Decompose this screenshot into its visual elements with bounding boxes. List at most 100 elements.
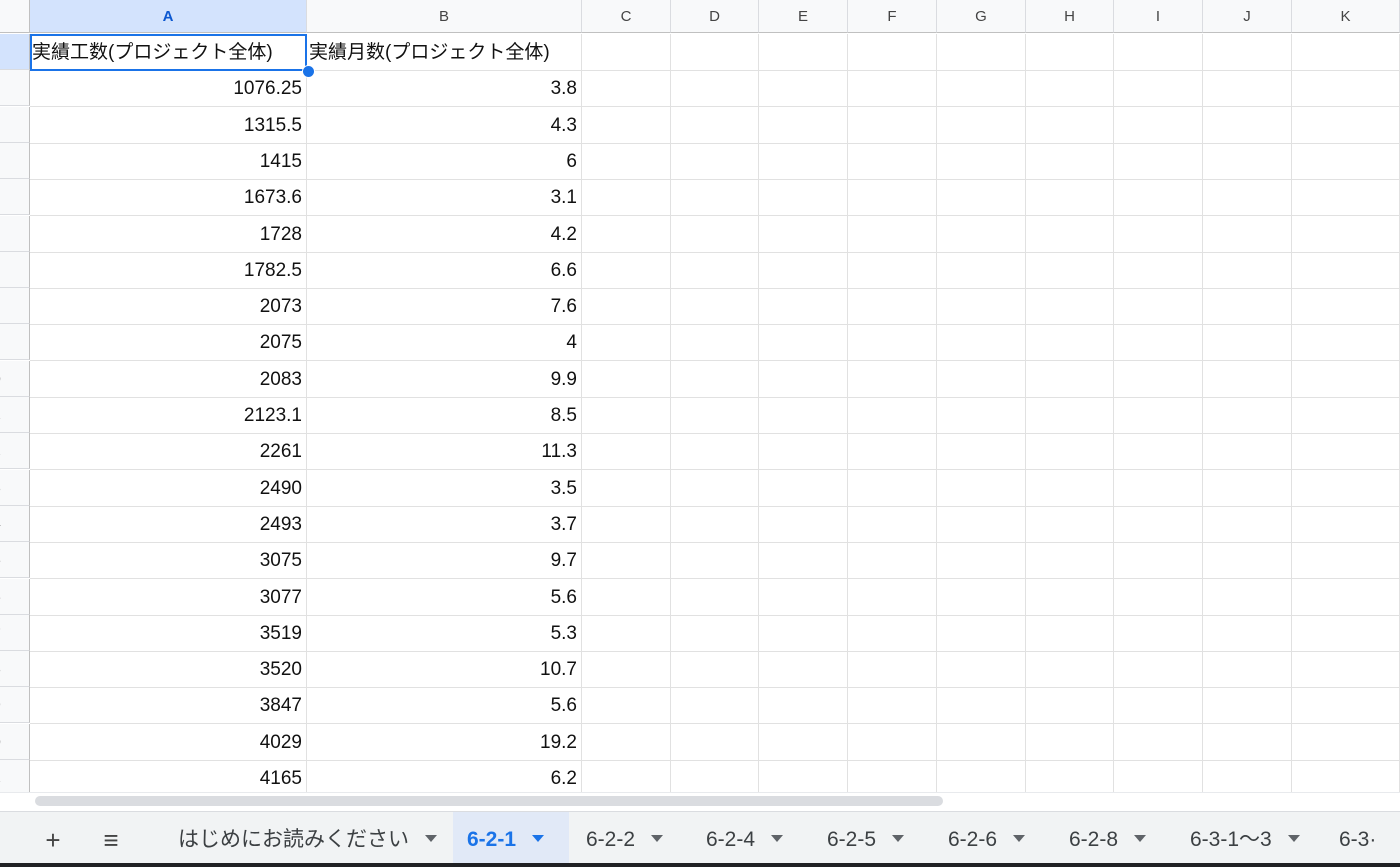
empty-cell[interactable] [671,433,759,471]
row-header[interactable]: 1 [0,760,30,792]
empty-cell[interactable] [1114,505,1203,543]
empty-cell[interactable] [937,505,1026,543]
empty-cell[interactable] [759,106,848,144]
column-header-i[interactable]: I [1114,0,1203,33]
empty-cell[interactable] [671,687,759,725]
empty-cell[interactable] [1203,179,1292,217]
empty-cell[interactable] [937,70,1026,108]
empty-cell[interactable] [582,760,671,792]
empty-cell[interactable] [848,324,937,362]
empty-cell[interactable] [671,288,759,326]
empty-cell[interactable] [1203,651,1292,689]
empty-cell[interactable] [582,614,671,652]
empty-cell[interactable] [1026,106,1114,144]
sheet-tab[interactable]: 6-2-5 [813,812,934,867]
empty-cell[interactable] [848,397,937,434]
empty-cell[interactable] [759,505,848,543]
empty-cell[interactable] [1203,360,1292,398]
empty-cell[interactable] [937,469,1026,507]
empty-cell[interactable] [759,578,848,616]
empty-cell[interactable] [582,578,671,616]
empty-cell[interactable] [848,505,937,543]
empty-cell[interactable] [1114,433,1203,471]
row-header[interactable]: 3 [0,469,30,506]
empty-cell[interactable] [1203,251,1292,289]
sheet-tab[interactable]: 6-2-2 [572,812,692,867]
empty-cell[interactable] [1114,324,1203,362]
cell-b20[interactable]: 19.2 [307,723,582,761]
empty-cell[interactable] [1114,288,1203,326]
empty-cell[interactable] [1203,215,1292,253]
column-header-d[interactable]: D [671,0,759,33]
empty-cell[interactable] [1114,215,1203,253]
cell-a4[interactable]: 1415 [30,142,307,180]
empty-cell[interactable] [1114,142,1203,180]
empty-cell[interactable] [671,760,759,792]
empty-cell[interactable] [582,324,671,362]
empty-cell[interactable] [848,70,937,108]
row-header[interactable] [0,34,30,70]
row-header[interactable] [0,179,30,216]
empty-cell[interactable] [759,469,848,507]
empty-cell[interactable] [848,614,937,652]
empty-cell[interactable] [1203,542,1292,580]
cell-a8[interactable]: 2073 [30,288,307,326]
empty-cell[interactable] [1026,614,1114,652]
empty-cell[interactable] [759,70,848,108]
empty-cell[interactable] [671,34,759,71]
empty-cell[interactable] [1026,651,1114,689]
caret-down-icon[interactable] [771,834,784,842]
empty-cell[interactable] [937,651,1026,689]
cell-a1[interactable]: 実績工数(プロジェクト全体) [30,34,307,71]
empty-cell[interactable] [759,542,848,580]
empty-cell[interactable] [1026,324,1114,362]
caret-down-icon[interactable] [1287,834,1300,842]
cell-b18[interactable]: 10.7 [307,651,582,689]
empty-cell[interactable] [759,179,848,217]
empty-cell[interactable] [582,251,671,289]
empty-cell[interactable] [848,469,937,507]
sheet-tab[interactable]: 6-2-4 [692,812,813,867]
empty-cell[interactable] [1026,288,1114,326]
empty-cell[interactable] [848,687,937,725]
empty-cell[interactable] [671,142,759,180]
row-header[interactable]: 5 [0,542,30,579]
empty-cell[interactable] [1292,142,1400,180]
empty-cell[interactable] [671,469,759,507]
empty-cell[interactable] [848,106,937,144]
empty-cell[interactable] [671,251,759,289]
cell-b19[interactable]: 5.6 [307,687,582,725]
empty-cell[interactable] [1292,360,1400,398]
row-header[interactable]: 9 [0,687,30,724]
empty-cell[interactable] [671,324,759,362]
empty-cell[interactable] [759,687,848,725]
empty-cell[interactable] [1203,142,1292,180]
sheet-tab[interactable]: 6-3-1〜3 [1176,812,1325,867]
cell-a18[interactable]: 3520 [30,651,307,689]
column-header-j[interactable]: J [1203,0,1292,33]
cell-b8[interactable]: 7.6 [307,288,582,326]
empty-cell[interactable] [1114,542,1203,580]
cell-b2[interactable]: 3.8 [307,70,582,108]
empty-cell[interactable] [671,723,759,761]
sheet-tab[interactable]: 6-2-1 [453,812,569,867]
row-header[interactable] [0,215,30,252]
empty-cell[interactable] [1203,433,1292,471]
empty-cell[interactable] [848,34,937,71]
empty-cell[interactable] [1292,542,1400,580]
cell-b15[interactable]: 9.7 [307,542,582,580]
empty-cell[interactable] [937,687,1026,725]
empty-cell[interactable] [582,106,671,144]
caret-down-icon[interactable] [1134,834,1147,842]
row-header[interactable] [0,142,30,179]
column-header-k[interactable]: K [1292,0,1400,33]
empty-cell[interactable] [1203,760,1292,792]
selection-fill-handle[interactable] [302,65,315,78]
row-header[interactable]: 0 [0,360,30,397]
cell-a2[interactable]: 1076.25 [30,70,307,108]
cell-a7[interactable]: 1782.5 [30,251,307,289]
cell-a13[interactable]: 2490 [30,469,307,507]
empty-cell[interactable] [1292,70,1400,108]
empty-cell[interactable] [582,469,671,507]
empty-cell[interactable] [1292,397,1400,434]
